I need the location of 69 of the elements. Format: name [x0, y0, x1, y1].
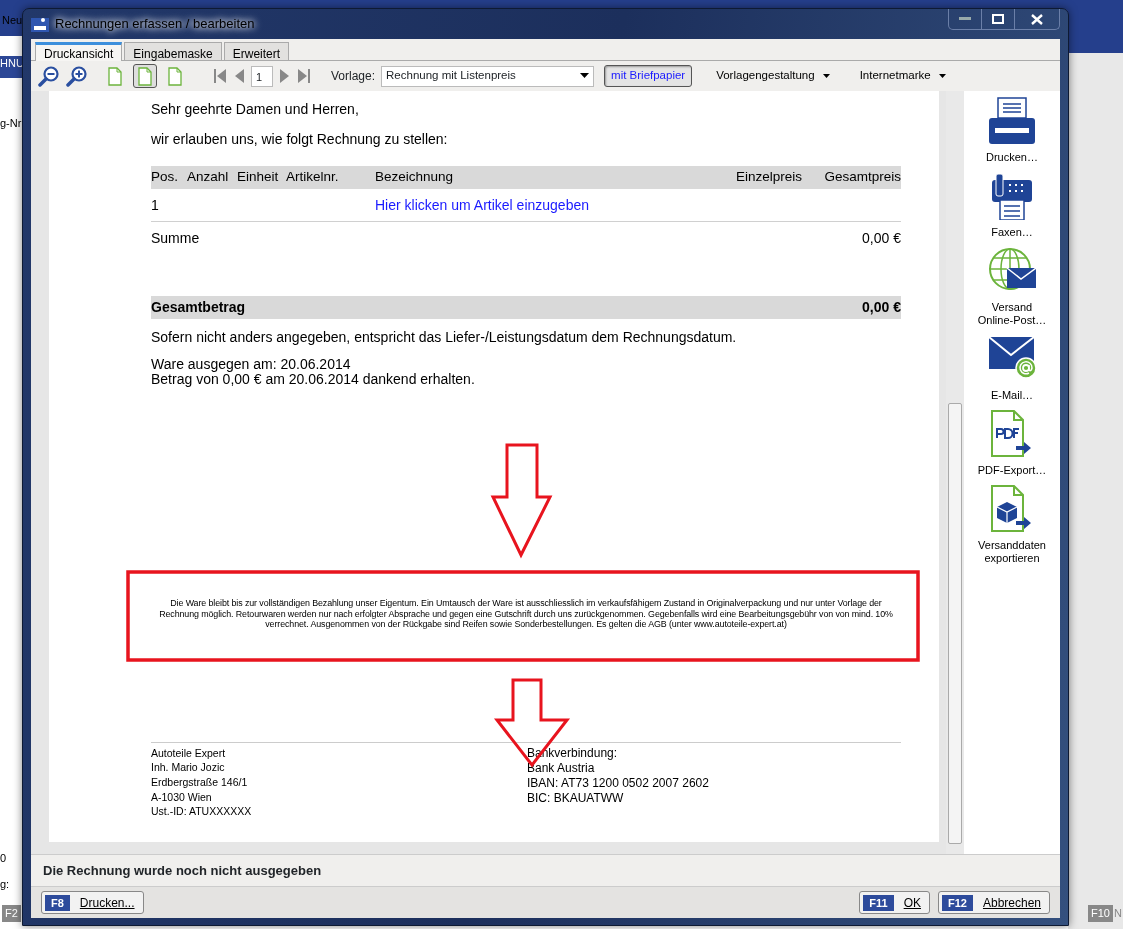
- dropdown-menu-button[interactable]: Vorlagengestaltung: [710, 66, 836, 86]
- address-text: Autoteile Expert: [151, 745, 227, 761]
- table-cell-text: 1: [151, 195, 160, 215]
- side-action-button[interactable]: Drucken…: [964, 97, 1060, 164]
- function-key-button[interactable]: F12 Abbrechen: [938, 891, 1050, 914]
- background-text: g:: [0, 877, 10, 892]
- sum-label: Summe: [151, 228, 200, 248]
- address-text: Erdbergstraße 146/1: [151, 774, 249, 790]
- previous-page-icon[interactable]: [233, 68, 245, 84]
- tab[interactable]: Erweitert: [223, 42, 290, 60]
- total-value: 0,00 €: [862, 298, 901, 317]
- side-action-button[interactable]: E-Mail…: [964, 335, 1060, 402]
- add-article-link[interactable]: Hier klicken um Artikel einzugeben: [375, 196, 589, 213]
- dropdown-menu-button[interactable]: Internetmarke: [853, 66, 952, 86]
- column-header: Einheit: [237, 168, 280, 187]
- column-header: Einzelpreis: [734, 168, 802, 187]
- background-text: 0: [0, 851, 7, 866]
- maximize-icon: [992, 14, 1004, 24]
- background-panel: [0, 56, 22, 78]
- caret-icon: [822, 74, 830, 78]
- intro-text: wir erlauben uns, wie folgt Rechnung zu stellen:: [151, 130, 449, 149]
- next-page-icon[interactable]: [279, 68, 291, 84]
- template-select[interactable]: Rechnung mit Listenpreis: [381, 65, 595, 87]
- side-action-button[interactable]: Versanddaten exportieren: [964, 485, 1060, 565]
- side-action-button[interactable]: Faxen…: [964, 172, 1060, 239]
- column-header: Pos.: [151, 168, 179, 187]
- tab[interactable]: Eingabemaske: [124, 42, 222, 60]
- side-action-button[interactable]: Versand Online-Post…: [964, 247, 1060, 327]
- printer-icon: [988, 97, 1036, 145]
- zoom-in-icon[interactable]: [65, 65, 87, 87]
- info-text: Betrag von 0,00 € am 20.06.2014 dankend erhalten.: [151, 372, 476, 387]
- background-text: g-Nr: [0, 116, 22, 131]
- page-view-button[interactable]: [133, 64, 157, 88]
- close-icon: [1031, 13, 1043, 25]
- function-key-button[interactable]: F8 Drucken...: [41, 891, 144, 914]
- last-page-icon[interactable]: [297, 68, 311, 84]
- bank-text: IBAN: AT73 1200 0502 2007 2602: [527, 775, 709, 791]
- tab[interactable]: Druckansicht: [35, 42, 123, 61]
- terms-text: Die Ware bleibt bis zur vollständigen Bezahlung unser Eigentum. Ein Umtausch der Ware ist ausschliesslich im verkaufsfähigem Zustand in Originalverpackung und nur unter Vorlage der Rechnung möglich. Retourwaren werden nur nach erfolgter Absprache und gegen eine Gutschrift durch uns zurückgenommen. Gegebenfalls wird eine Bearbeitungsgebühr von von mind. 10% verrechnet. Ausgenommen von der Rückgabe sind Reifen sowie Sonderbestellungen. Es gelten die AGB (unter www.autoteile-expert.at): [158, 598, 894, 630]
- total-label: Gesamtbetrag: [151, 298, 246, 317]
- first-page-icon[interactable]: [213, 68, 227, 84]
- info-text: Ware ausgegen am: 20.06.2014: [151, 357, 352, 372]
- side-action-button[interactable]: PDF-Export…: [964, 410, 1060, 477]
- sum-value: 0,00 €: [862, 228, 901, 248]
- letterhead-toggle[interactable]: mit Briefpapier: [604, 65, 693, 87]
- caret-icon: [938, 74, 946, 78]
- bank-text: BIC: BKAUATWW: [527, 790, 625, 806]
- scrollbar[interactable]: [946, 91, 964, 854]
- background-text: Neu: [2, 13, 23, 28]
- function-key-button[interactable]: F11 OK: [859, 891, 930, 914]
- column-header: Bezeichnung: [375, 168, 455, 187]
- column-header: Gesamtpreis: [823, 168, 901, 187]
- minimize-icon: [959, 17, 971, 21]
- page-number-field[interactable]: 1: [251, 65, 273, 87]
- background-text: F2: [2, 905, 21, 922]
- greeting-text: Sehr geehrte Damen und Herren,: [151, 100, 360, 119]
- background-text: F10: [1088, 905, 1113, 922]
- column-header: Artikelnr.: [286, 168, 340, 187]
- column-header: Anzahl: [187, 168, 230, 187]
- note-text: Sofern nicht anders angegeben, entspricht das Liefer-/Leistungsdatum dem Rechnungsdatum.: [151, 328, 738, 347]
- background-text: N: [1114, 906, 1122, 921]
- address-text: Inh. Mario Jozic: [151, 760, 226, 775]
- caret-icon: [580, 73, 590, 79]
- address-text: Ust.-ID: ATUXXXXXX: [151, 804, 253, 819]
- zoom-out-icon[interactable]: [37, 65, 59, 87]
- window-title: Rechnungen erfassen / bearbeiten: [55, 15, 255, 34]
- address-text: A-1030 Wien: [151, 789, 213, 805]
- template-label: Vorlage:: [331, 68, 376, 85]
- app-icon: [31, 16, 49, 32]
